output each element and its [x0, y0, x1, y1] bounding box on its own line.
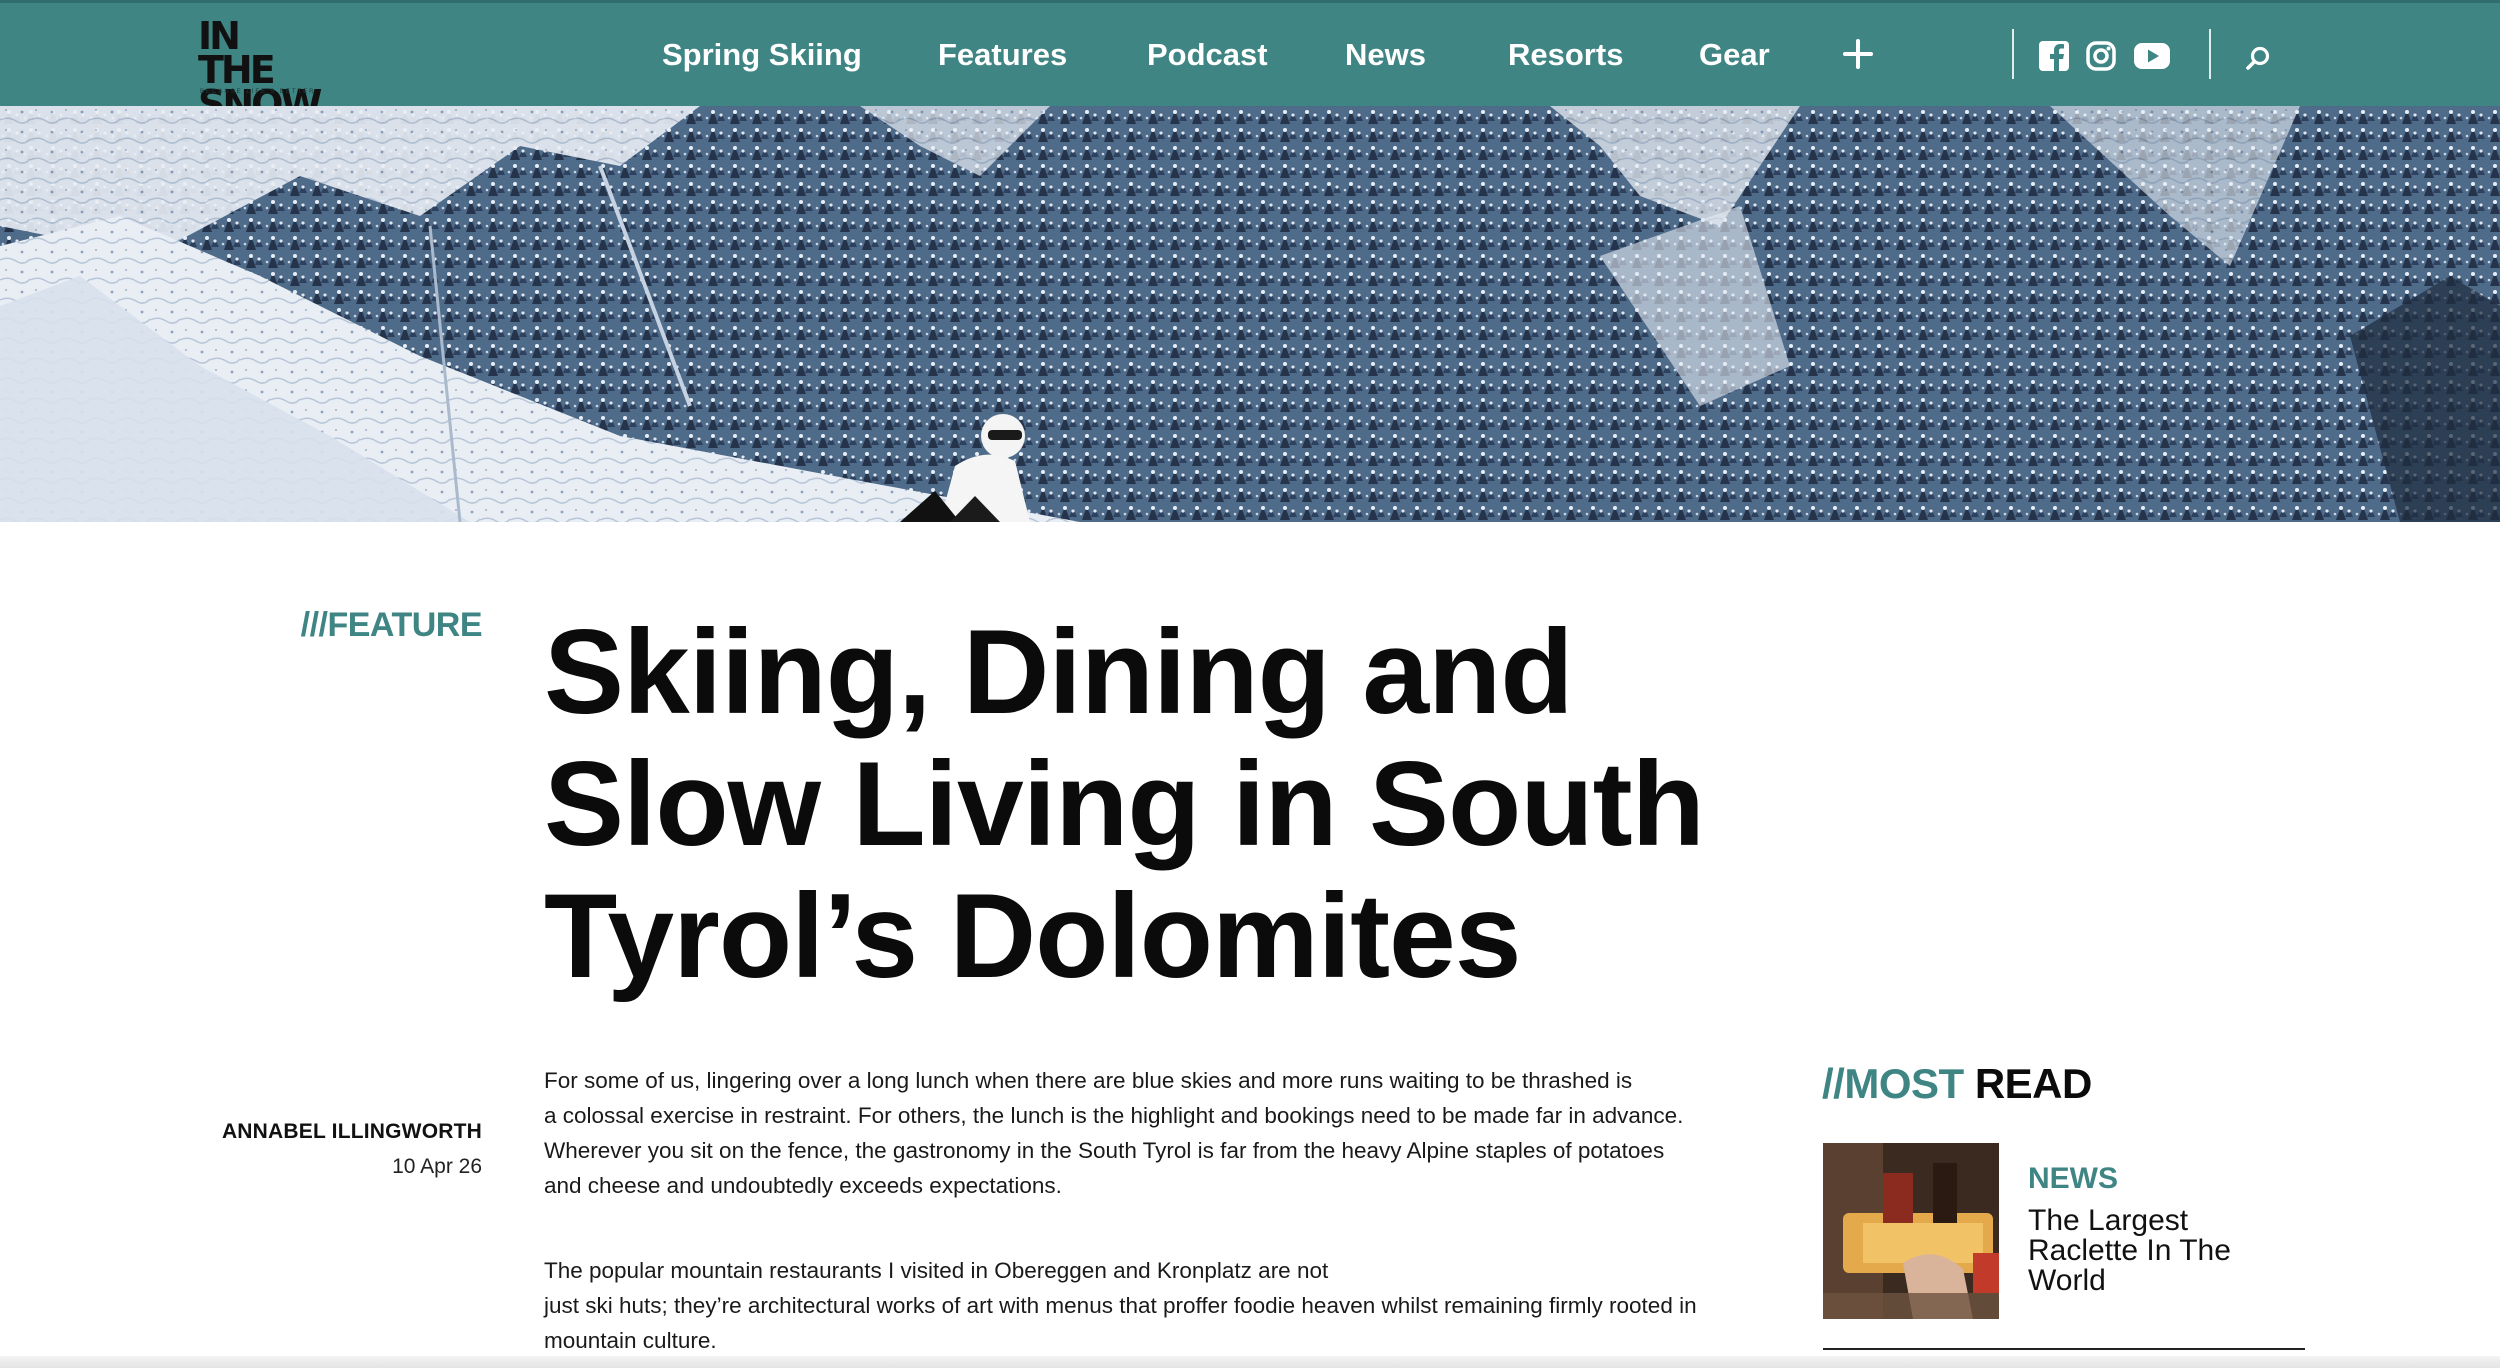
paragraph-line: For some of us, lingering over a long lu… — [544, 1068, 1633, 1093]
nav-podcast[interactable]: Podcast — [1147, 35, 1268, 75]
instagram-icon[interactable] — [2085, 40, 2117, 72]
nav-features[interactable]: Features — [938, 35, 1067, 75]
article-paragraph: The popular mountain restaurants I visit… — [544, 1253, 1784, 1358]
article-paragraph: For some of us, lingering over a long lu… — [544, 1063, 1784, 1203]
most-read-divider — [1823, 1348, 2305, 1350]
paragraph-line: Wherever you sit on the fence, the gastr… — [544, 1138, 1665, 1163]
nav-news[interactable]: News — [1345, 35, 1426, 75]
logo-line-1: IN THE — [198, 14, 276, 92]
page-bottom-edge — [0, 1356, 2500, 1368]
most-read-heading-accent: //MOST — [1822, 1060, 1964, 1107]
nav-resorts[interactable]: Resorts — [1508, 35, 1623, 75]
logo-tagline: BECAUSE LIFE'S BETTER — [200, 89, 316, 95]
article-title: Skiing, Dining and Slow Living in South … — [544, 605, 1705, 1003]
paragraph-line: just ski huts; they’re architectural wor… — [544, 1293, 1697, 1318]
paragraph-line: The popular mountain restaurants I visit… — [544, 1258, 1329, 1283]
most-read-headline-link[interactable]: The Largest Raclette In The World — [2028, 1206, 2288, 1296]
facebook-icon[interactable] — [2038, 40, 2070, 72]
nav-divider — [2209, 29, 2211, 79]
more-menu-plus-icon[interactable] — [1843, 39, 1873, 69]
most-read-category[interactable]: NEWS — [2028, 1162, 2118, 1196]
nav-divider — [2012, 29, 2014, 79]
site-logo[interactable]: IN THE SNOW BECAUSE LIFE'S BETTER — [198, 14, 322, 123]
most-read-heading: //MOST READ — [1822, 1060, 2092, 1108]
nav-spring-skiing[interactable]: Spring Skiing — [662, 35, 862, 75]
nav-gear[interactable]: Gear — [1699, 35, 1770, 75]
youtube-icon[interactable] — [2133, 40, 2171, 72]
article-date: 10 Apr 26 — [392, 1155, 482, 1178]
article-category-label[interactable]: ///FEATURE — [200, 606, 483, 645]
site-header: IN THE SNOW BECAUSE LIFE'S BETTER Spring… — [0, 0, 2500, 123]
most-read-thumbnail[interactable] — [1823, 1143, 1999, 1319]
paragraph-line: mountain culture. — [544, 1328, 717, 1353]
paragraph-line: a colossal exercise in restraint. For ot… — [544, 1103, 1684, 1128]
article-author[interactable]: ANNABEL ILLINGWORTH — [150, 1120, 482, 1144]
most-read-heading-text: READ — [1963, 1060, 2093, 1107]
search-icon[interactable] — [2244, 45, 2272, 73]
hero-image — [0, 106, 2500, 522]
paragraph-line: and cheese and undoubtedly exceeds expec… — [544, 1173, 1062, 1198]
